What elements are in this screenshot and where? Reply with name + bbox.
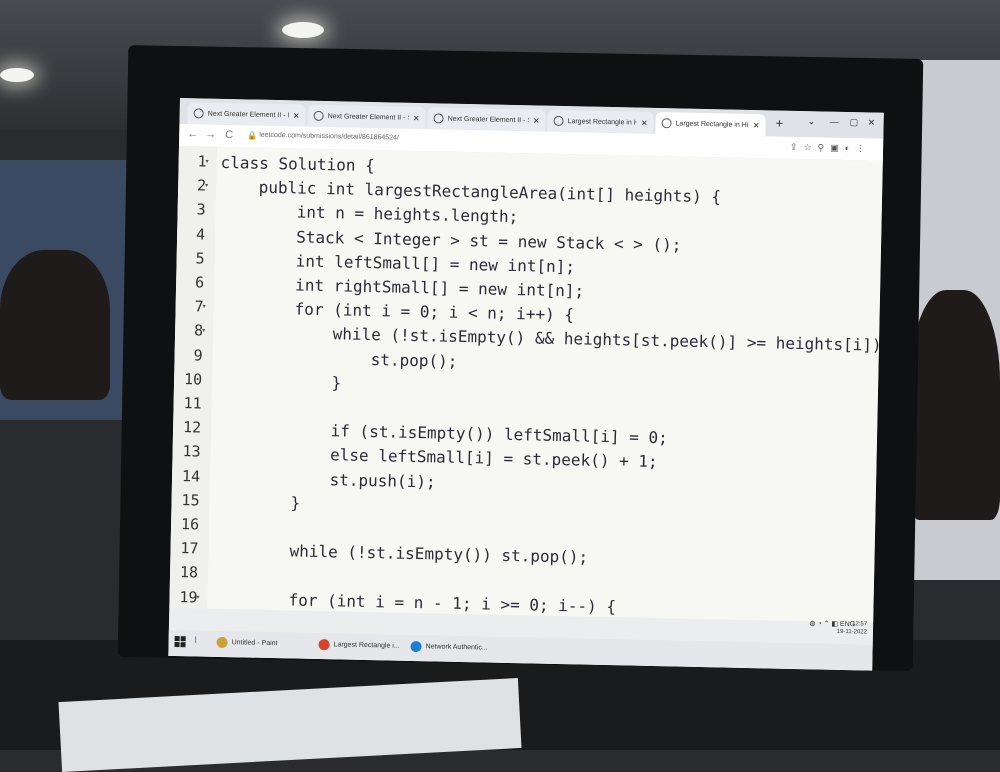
fold-toggle-icon[interactable]: ▾ — [205, 157, 210, 166]
clock[interactable]: 12:57 19-11-2022 — [837, 620, 868, 637]
taskbar-app-button[interactable]: Largest Rectangle i... — [318, 639, 400, 652]
line-number: 12 — [182, 418, 202, 437]
line-number: 6 — [194, 273, 205, 292]
taskbar-app-button[interactable]: Untitled - Paint — [216, 636, 278, 649]
search-icon[interactable]: | — [195, 636, 197, 643]
close-tab-icon[interactable]: ✕ — [293, 111, 300, 120]
line-number: 14 — [181, 466, 201, 486]
browser-toolbar-icons[interactable]: ⇪☆⚲▣◐⋮ — [790, 142, 871, 155]
tab-title: Next Greater Element II - Su — [327, 112, 410, 122]
app-icon — [318, 639, 330, 651]
close-window-button[interactable]: ✕ — [868, 117, 876, 128]
window-dropdown-icon[interactable]: ⌄ — [808, 116, 816, 127]
tab-title: Next Greater Element II - Su — [447, 115, 529, 124]
leetcode-favicon-icon — [313, 110, 324, 122]
tab-title: Next Greater Element II - Le — [207, 110, 290, 119]
code-text: class Solution { — [220, 152, 375, 176]
fold-toggle-icon[interactable]: ▾ — [204, 181, 209, 190]
leetcode-favicon-icon — [193, 108, 204, 119]
tab-title: Largest Rectangle in Histogr — [567, 117, 637, 127]
code-editor[interactable]: 1 ▾ class Solution {2 ▾ public int largestR… — [169, 145, 883, 623]
taskbar-app-label: Network Authentic... — [425, 643, 488, 652]
line-number: 1 — [197, 152, 207, 171]
line-number: 16 — [180, 515, 200, 534]
leetcode-favicon-icon — [433, 113, 444, 124]
fold-toggle-icon[interactable]: ▾ — [195, 592, 200, 601]
browser-tab[interactable]: Next Greater Element II - Su ✕ — [307, 104, 426, 130]
screen: Next Greater Element II - Le ✕ Next Greate… — [168, 98, 884, 671]
close-tab-icon[interactable]: ✕ — [641, 118, 648, 127]
taskbar-app-button[interactable]: Network Authentic... — [410, 640, 488, 654]
line-number: 4 — [195, 224, 206, 244]
back-icon[interactable]: ← — [187, 128, 198, 140]
reload-icon[interactable]: C — [225, 129, 233, 141]
line-number: 2 — [196, 176, 207, 195]
close-tab-icon[interactable]: ✕ — [533, 116, 540, 125]
browser-tab[interactable]: Next Greater Element II - Le ✕ — [187, 102, 306, 127]
line-number: 15 — [181, 490, 200, 510]
clock-date: 19-11-2022 — [836, 628, 868, 636]
line-number: 3 — [196, 200, 206, 219]
app-icon — [410, 640, 422, 653]
background-person — [0, 250, 110, 400]
minimize-button[interactable]: — — [830, 117, 839, 127]
app-icon — [216, 636, 228, 649]
new-tab-button[interactable]: + — [775, 115, 783, 130]
leetcode-favicon-icon — [661, 118, 672, 129]
maximize-button[interactable]: ▢ — [850, 117, 859, 128]
ceiling-light — [0, 68, 34, 82]
background-person — [910, 290, 1000, 520]
leetcode-favicon-icon — [553, 115, 564, 127]
tray-icons[interactable]: ◍ ◔ ⌃ ◧ — [809, 620, 840, 628]
fold-toggle-icon[interactable]: ▾ — [202, 302, 207, 311]
line-number: 11 — [183, 394, 202, 413]
url-input[interactable]: leetcode.com/submissions/detail/86186452… — [259, 132, 399, 142]
taskbar-app-label: Untitled - Paint — [231, 639, 278, 648]
line-number: 9 — [193, 345, 203, 365]
tab-title: Largest Rectangle in Histogr — [675, 119, 749, 129]
line-number: 7 — [194, 297, 204, 316]
line-number: 5 — [195, 249, 205, 268]
line-number: 8 — [193, 321, 204, 340]
browser-tab[interactable]: Largest Rectangle in Histogr ✕ — [655, 111, 766, 137]
code-text: st.pop(); — [216, 346, 458, 371]
line-number: 17 — [180, 539, 199, 558]
browser-tab[interactable]: Largest Rectangle in Histogr ✕ — [547, 109, 654, 134]
line-number: 10 — [183, 369, 203, 389]
code-text: st.push(i); — [213, 467, 436, 492]
browser-tab[interactable]: Next Greater Element II - Su ✕ — [427, 107, 546, 132]
line-number: 18 — [179, 563, 199, 582]
fold-toggle-icon[interactable]: ▾ — [201, 326, 206, 335]
ceiling-light — [282, 22, 324, 38]
code-text: } — [213, 491, 301, 513]
lock-icon: 🔒 — [247, 131, 258, 141]
line-number: 13 — [182, 442, 201, 461]
code-text: } — [215, 370, 342, 393]
forward-icon[interactable]: → — [205, 129, 216, 141]
close-tab-icon[interactable]: ✕ — [753, 121, 760, 130]
line-number: 19 — [179, 587, 198, 607]
close-tab-icon[interactable]: ✕ — [413, 113, 420, 122]
taskbar-app-label: Largest Rectangle i... — [333, 641, 400, 650]
windows-start-icon[interactable] — [174, 636, 186, 648]
